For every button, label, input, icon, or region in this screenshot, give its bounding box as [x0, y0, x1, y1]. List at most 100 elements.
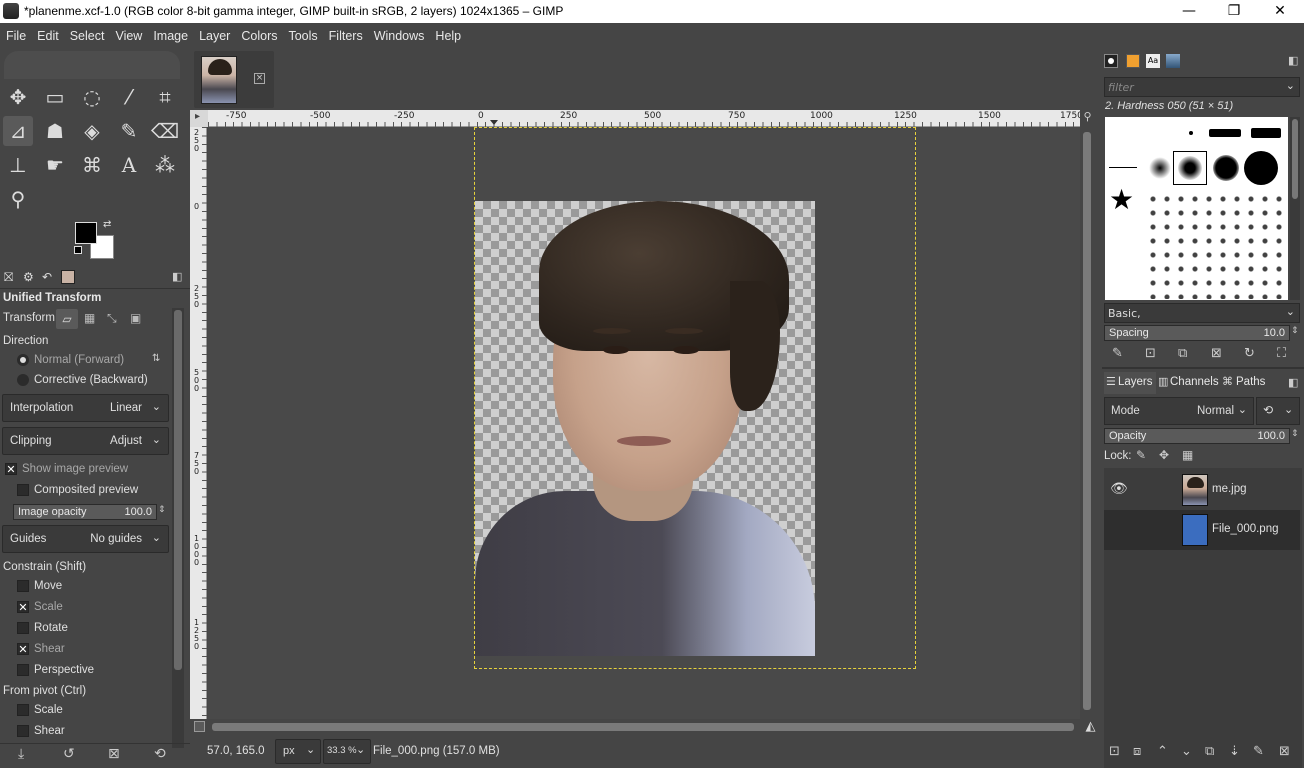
navigate-icon[interactable]: ◭ [1083, 719, 1098, 736]
tool-options-tab-icon[interactable]: ⛝ [4, 270, 13, 285]
selected-brush[interactable] [1173, 151, 1207, 185]
clipping-combo[interactable]: Clipping Adjust ⌄ [2, 427, 169, 455]
patterns-tab-icon[interactable] [1126, 54, 1140, 68]
clone-tool-icon[interactable]: ⊥ [3, 150, 33, 180]
show-image-preview-checkbox[interactable]: ✕ [5, 463, 17, 475]
quick-mask-corner[interactable]: ▸ [190, 110, 208, 127]
constrain-shear-checkbox[interactable]: ✕ [17, 643, 29, 655]
fuzzy-select-tool-icon[interactable]: ⁄ [114, 82, 144, 112]
images-tab-icon[interactable] [61, 270, 75, 284]
brushes-tab-icon[interactable] [1104, 54, 1118, 68]
close-icon[interactable]: × [254, 73, 265, 84]
minimize-button[interactable]: — [1166, 0, 1212, 23]
save-preset-icon[interactable]: ⤓ [18, 746, 24, 762]
unified-transform-tool-icon[interactable]: ⊿ [3, 116, 33, 146]
lock-pixels-icon[interactable]: ✎ [1136, 448, 1146, 462]
tab-paths[interactable]: ⌘ Paths [1220, 372, 1270, 394]
brush-grid-scrollbar[interactable] [1290, 117, 1300, 300]
menu-colors[interactable]: Colors [235, 23, 282, 49]
crop-tool-icon[interactable]: ⌗ [150, 82, 180, 112]
spin-arrows-icon[interactable]: ⇕ [1291, 326, 1299, 336]
paintbrush-tool-icon[interactable]: ✎ [114, 116, 144, 146]
edit-brush-icon[interactable]: ✎ [1112, 346, 1123, 361]
wilber-drop-area[interactable] [4, 51, 180, 79]
restore-preset-icon[interactable]: ↺ [63, 746, 75, 762]
spacing-slider[interactable]: Spacing 10.0 [1104, 325, 1290, 341]
layer-mode-combo[interactable]: Mode Normal ⌄ [1104, 397, 1254, 425]
panel-menu-icon[interactable]: ◧ [1288, 54, 1298, 67]
transform-path-icon[interactable]: ⤡ [107, 311, 117, 326]
refresh-brushes-icon[interactable]: ↻ [1244, 346, 1255, 361]
maximize-button[interactable]: ❐ [1211, 0, 1257, 23]
menu-view[interactable]: View [109, 23, 147, 49]
transform-image-icon[interactable]: ▣ [130, 311, 141, 325]
undo-history-tab-icon[interactable]: ↶ [42, 270, 52, 284]
layer-me-jpg[interactable] [475, 201, 815, 656]
raise-layer-icon[interactable]: ⌃ [1157, 744, 1168, 759]
image-opacity-slider[interactable]: Image opacity 100.0 [13, 504, 157, 520]
brush-preset-combo[interactable]: Basic, ⌄ [1104, 303, 1300, 323]
delete-brush-icon[interactable]: ⊠ [1211, 346, 1222, 361]
zoom-tool-icon[interactable]: ⚲ [3, 184, 33, 214]
zoom-combo[interactable]: 33.3 % ⌄ [323, 739, 371, 764]
layer-opacity-slider[interactable]: Opacity 100.0 [1104, 428, 1290, 444]
menu-layer[interactable]: Layer [193, 23, 235, 49]
tab-channels[interactable]: ▥ Channels [1156, 372, 1220, 394]
composited-preview-checkbox[interactable] [17, 484, 29, 496]
duplicate-brush-icon[interactable]: ⧉ [1178, 346, 1187, 361]
menu-windows[interactable]: Windows [368, 23, 430, 49]
direction-backward-radio[interactable] [17, 374, 29, 386]
composite-mode-combo[interactable]: ⟲ ⌄ [1256, 397, 1300, 425]
quick-mask-toggle[interactable] [194, 721, 205, 732]
canvas-horizontal-scrollbar[interactable] [208, 719, 1080, 736]
canvas-vertical-scrollbar[interactable] [1080, 127, 1095, 719]
unit-combo[interactable]: px ⌄ [275, 739, 321, 764]
fonts-tab-icon[interactable]: Aa [1146, 54, 1160, 68]
lock-position-icon[interactable]: ✥ [1159, 448, 1169, 462]
interpolation-combo[interactable]: Interpolation Linear ⌄ [2, 394, 169, 422]
panel-menu-icon[interactable]: ◧ [1288, 376, 1298, 389]
eye-icon[interactable]: 👁 [1110, 481, 1128, 497]
transform-selection-icon[interactable]: ▦ [84, 311, 95, 325]
delete-layer-icon[interactable]: ⊠ [1279, 744, 1290, 759]
foreground-color-swatch[interactable] [75, 222, 97, 244]
swap-colors-icon[interactable]: ⇄ [103, 219, 111, 230]
open-as-image-icon[interactable]: ⛶ [1277, 346, 1286, 361]
spin-arrows-icon[interactable]: ⇕ [158, 505, 166, 515]
spin-arrows-icon[interactable]: ⇕ [1291, 429, 1299, 439]
pivot-shear-checkbox[interactable] [17, 725, 29, 737]
menu-filters[interactable]: Filters [323, 23, 368, 49]
panel-menu-icon[interactable]: ◧ [172, 270, 182, 283]
rect-select-tool-icon[interactable]: ▭ [40, 82, 70, 112]
pivot-scale-checkbox[interactable] [17, 704, 29, 716]
tab-layers[interactable]: ☰ Layers [1104, 372, 1156, 394]
vertical-ruler[interactable]: 250 0 250 500 750 1000 1250 [190, 127, 207, 719]
eraser-tool-icon[interactable]: ⌫ [150, 116, 180, 146]
horizontal-ruler[interactable]: -750 -500 -250 0 250 500 750 1000 1250 1… [208, 110, 1083, 127]
paths-tool-icon[interactable]: ⌘ [77, 150, 107, 180]
close-window-button[interactable]: ✕ [1257, 0, 1303, 23]
menu-edit[interactable]: Edit [31, 23, 64, 49]
layer-mask-icon[interactable]: ✎ [1253, 744, 1264, 759]
direction-forward-radio[interactable] [17, 354, 29, 366]
new-layer-icon[interactable]: ⊡ [1109, 744, 1120, 759]
image-tab[interactable]: × [194, 51, 274, 108]
lock-alpha-icon[interactable]: ▦ [1182, 448, 1193, 462]
menu-tools[interactable]: Tools [282, 23, 322, 49]
image-canvas[interactable] [208, 127, 1080, 719]
zoom-fit-icon[interactable]: ⚲ [1080, 110, 1095, 127]
new-brush-icon[interactable]: ⊡ [1145, 346, 1156, 361]
menu-file[interactable]: File [0, 23, 31, 49]
duplicate-layer-icon[interactable]: ⧉ [1205, 744, 1214, 759]
menu-help[interactable]: Help [429, 23, 466, 49]
delete-preset-icon[interactable]: ⊠ [108, 746, 120, 762]
tool-options-scrollbar[interactable] [172, 308, 184, 748]
menu-image[interactable]: Image [147, 23, 193, 49]
constrain-move-checkbox[interactable] [17, 580, 29, 592]
color-picker-tool-icon[interactable]: ⁂ [150, 150, 180, 180]
lasso-tool-icon[interactable]: ◌ [77, 82, 107, 112]
move-tool-icon[interactable]: ✥ [3, 82, 33, 112]
lower-layer-icon[interactable]: ⌄ [1181, 744, 1192, 759]
direction-swap-icon[interactable]: ⇅ [152, 353, 160, 364]
smudge-tool-icon[interactable]: ☛ [40, 150, 70, 180]
